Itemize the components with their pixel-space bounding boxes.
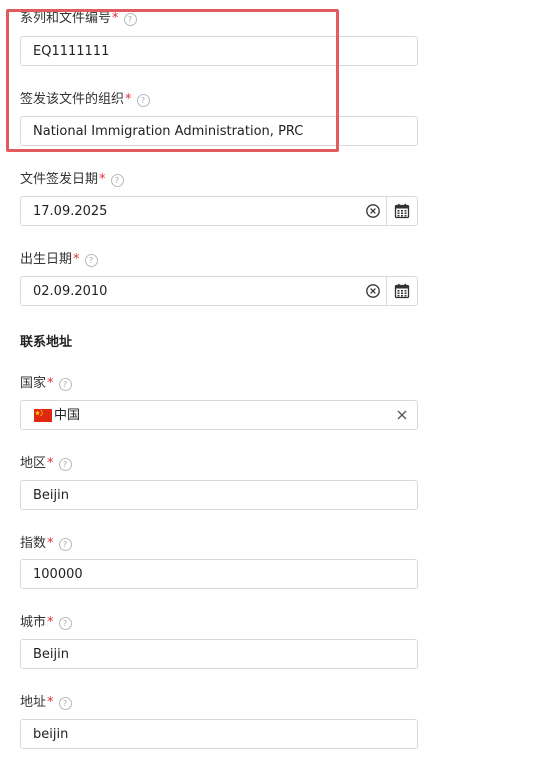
required-mark: *: [47, 695, 54, 710]
china-flag-icon: [34, 409, 52, 422]
help-icon[interactable]: ?: [58, 378, 72, 391]
help-icon[interactable]: ?: [58, 538, 72, 551]
calendar-icon[interactable]: [394, 203, 410, 219]
clear-circle-icon[interactable]: [366, 204, 380, 218]
series-number-label: 系列和文件编号*?: [20, 11, 137, 27]
help-icon[interactable]: ?: [84, 254, 98, 267]
region-value: Beijin: [33, 488, 69, 503]
postal-code-value: 100000: [33, 567, 83, 582]
help-icon[interactable]: ?: [123, 13, 137, 26]
postal-code-label-text: 指数: [20, 536, 47, 551]
country-value: 中国: [54, 408, 81, 423]
address-label: 地址*?: [20, 695, 72, 711]
issuing-org-label: 签发该文件的组织*?: [20, 92, 150, 108]
required-mark: *: [99, 172, 106, 187]
close-icon[interactable]: [397, 410, 407, 420]
calendar-icon[interactable]: [394, 283, 410, 299]
country-select[interactable]: 中国: [20, 400, 418, 430]
issue-date-label-text: 文件签发日期: [20, 172, 99, 187]
address-value: beijin: [33, 727, 69, 742]
required-mark: *: [47, 376, 54, 391]
help-icon[interactable]: ?: [110, 174, 124, 187]
issuing-org-input[interactable]: National Immigration Administration, PRC: [20, 116, 418, 146]
city-value: Beijin: [33, 647, 69, 662]
required-mark: *: [125, 92, 132, 107]
birth-date-value: 02.09.2010: [33, 284, 108, 299]
issuing-org-value: National Immigration Administration, PRC: [33, 124, 304, 139]
divider: [386, 277, 387, 305]
address-label-text: 地址: [20, 695, 47, 710]
contact-address-heading: 联系地址: [20, 335, 73, 350]
city-input[interactable]: Beijin: [20, 639, 418, 669]
birth-date-label: 出生日期*?: [20, 252, 98, 268]
region-input[interactable]: Beijin: [20, 480, 418, 510]
country-label-text: 国家: [20, 376, 47, 391]
help-icon[interactable]: ?: [58, 617, 72, 630]
birth-date-input[interactable]: 02.09.2010: [20, 276, 418, 306]
postal-code-label: 指数*?: [20, 536, 72, 552]
issue-date-input[interactable]: 17.09.2025: [20, 196, 418, 226]
birth-date-label-text: 出生日期: [20, 252, 73, 267]
region-label-text: 地区: [20, 456, 47, 471]
address-input[interactable]: beijin: [20, 719, 418, 749]
help-icon[interactable]: ?: [136, 94, 150, 107]
series-number-value: EQ1111111: [33, 44, 110, 59]
issuing-org-label-text: 签发该文件的组织: [20, 92, 125, 107]
issue-date-label: 文件签发日期*?: [20, 172, 124, 188]
series-number-input[interactable]: EQ1111111: [20, 36, 418, 66]
city-label: 城市*?: [20, 615, 72, 631]
clear-circle-icon[interactable]: [366, 284, 380, 298]
required-mark: *: [47, 615, 54, 630]
required-mark: *: [112, 11, 119, 26]
required-mark: *: [47, 456, 54, 471]
issue-date-value: 17.09.2025: [33, 204, 108, 219]
help-icon[interactable]: ?: [58, 458, 72, 471]
series-number-label-text: 系列和文件编号: [20, 11, 112, 26]
country-label: 国家*?: [20, 376, 72, 392]
required-mark: *: [47, 536, 54, 551]
city-label-text: 城市: [20, 615, 47, 630]
region-label: 地区*?: [20, 456, 72, 472]
help-icon[interactable]: ?: [58, 697, 72, 710]
divider: [386, 197, 387, 225]
required-mark: *: [73, 252, 80, 267]
postal-code-input[interactable]: 100000: [20, 559, 418, 589]
